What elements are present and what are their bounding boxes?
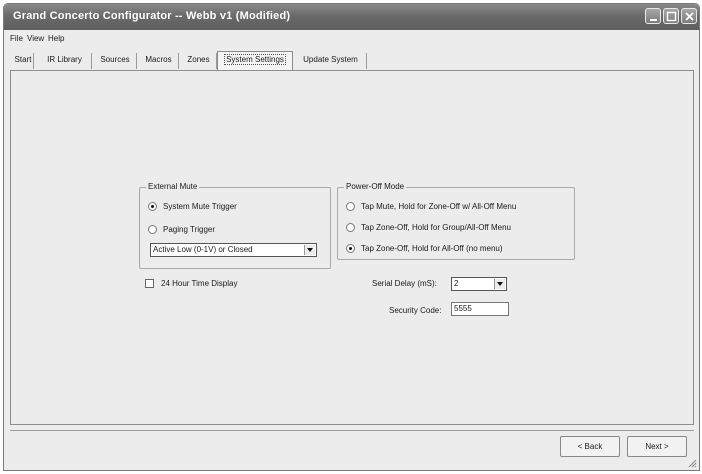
- tab-update-system[interactable]: Update System: [295, 53, 367, 69]
- title-bar[interactable]: Grand Concerto Configurator -- Webb v1 (…: [4, 4, 699, 30]
- power-off-option-1[interactable]: Tap Mute, Hold for Zone-Off w/ All-Off M…: [346, 200, 516, 212]
- time-display-option[interactable]: 24 Hour Time Display: [145, 279, 237, 288]
- power-off-option-1-label: Tap Mute, Hold for Zone-Off w/ All-Off M…: [361, 201, 517, 211]
- time-display-checkbox[interactable]: [145, 279, 154, 288]
- external-mute-legend: External Mute: [146, 182, 200, 191]
- power-off-option-3[interactable]: Tap Zone-Off, Hold for All-Off (no menu): [346, 242, 503, 254]
- tab-start[interactable]: Start: [13, 53, 34, 69]
- tab-macros[interactable]: Macros: [139, 53, 179, 69]
- minimize-icon: [650, 19, 657, 21]
- maximize-icon: [666, 11, 677, 22]
- window-title: Grand Concerto Configurator -- Webb v1 (…: [13, 10, 291, 22]
- power-off-option-2-radio[interactable]: [346, 222, 355, 232]
- back-button[interactable]: < Back: [560, 436, 620, 457]
- serial-delay-value: 2: [454, 279, 459, 288]
- main-window: Grand Concerto Configurator -- Webb v1 (…: [3, 3, 700, 471]
- system-mute-trigger-option[interactable]: System Mute Trigger: [148, 200, 237, 212]
- minimize-button[interactable]: [645, 8, 661, 24]
- power-off-option-1-radio[interactable]: [346, 201, 355, 211]
- paging-trigger-option[interactable]: Paging Trigger: [148, 223, 215, 235]
- security-code-label: Security Code:: [389, 306, 442, 315]
- tab-zones[interactable]: Zones: [181, 53, 217, 69]
- next-button[interactable]: Next >: [627, 436, 687, 457]
- power-off-option-2-label: Tap Zone-Off, Hold for Group/All-Off Men…: [361, 222, 511, 232]
- menu-bar: File View Help: [4, 30, 699, 47]
- menu-help[interactable]: Help: [48, 34, 64, 43]
- tab-strip: Start IR Library Sources Macros Zones Sy…: [4, 47, 699, 71]
- mute-trigger-select[interactable]: Active Low (0-1V) or Closed: [150, 243, 317, 257]
- power-off-option-3-radio[interactable]: [346, 243, 355, 253]
- resize-grip-icon[interactable]: [687, 458, 697, 468]
- footer-divider: [10, 430, 694, 431]
- paging-trigger-label: Paging Trigger: [163, 224, 216, 234]
- chevron-down-icon[interactable]: [304, 245, 315, 255]
- time-display-label: 24 Hour Time Display: [161, 279, 238, 288]
- paging-trigger-radio[interactable]: [148, 224, 157, 234]
- power-off-option-3-label: Tap Zone-Off, Hold for All-Off (no menu): [361, 243, 503, 253]
- close-button[interactable]: [681, 8, 697, 24]
- tab-ir-library[interactable]: IR Library: [38, 53, 92, 69]
- power-off-option-2[interactable]: Tap Zone-Off, Hold for Group/All-Off Men…: [346, 221, 511, 233]
- power-off-mode-legend: Power-Off Mode: [344, 182, 407, 191]
- mute-trigger-select-value: Active Low (0-1V) or Closed: [153, 245, 253, 254]
- system-mute-trigger-label: System Mute Trigger: [163, 201, 237, 211]
- menu-file[interactable]: File: [10, 34, 23, 43]
- tab-system-settings[interactable]: System Settings: [217, 51, 293, 70]
- serial-delay-label: Serial Delay (mS):: [372, 279, 437, 288]
- chevron-down-icon[interactable]: [494, 279, 505, 289]
- system-mute-trigger-radio[interactable]: [148, 201, 157, 211]
- security-code-input[interactable]: 5555: [451, 302, 509, 316]
- settings-panel: External Mute System Mute Trigger Paging…: [10, 70, 694, 425]
- menu-view[interactable]: View: [27, 34, 44, 43]
- security-code-value: 5555: [454, 304, 472, 313]
- tab-sources[interactable]: Sources: [94, 53, 137, 69]
- maximize-button[interactable]: [663, 8, 679, 24]
- serial-delay-select[interactable]: 2: [451, 277, 507, 291]
- external-mute-group: External Mute System Mute Trigger Paging…: [139, 182, 331, 269]
- close-icon: [685, 12, 694, 21]
- power-off-mode-group: Power-Off Mode Tap Mute, Hold for Zone-O…: [337, 182, 575, 260]
